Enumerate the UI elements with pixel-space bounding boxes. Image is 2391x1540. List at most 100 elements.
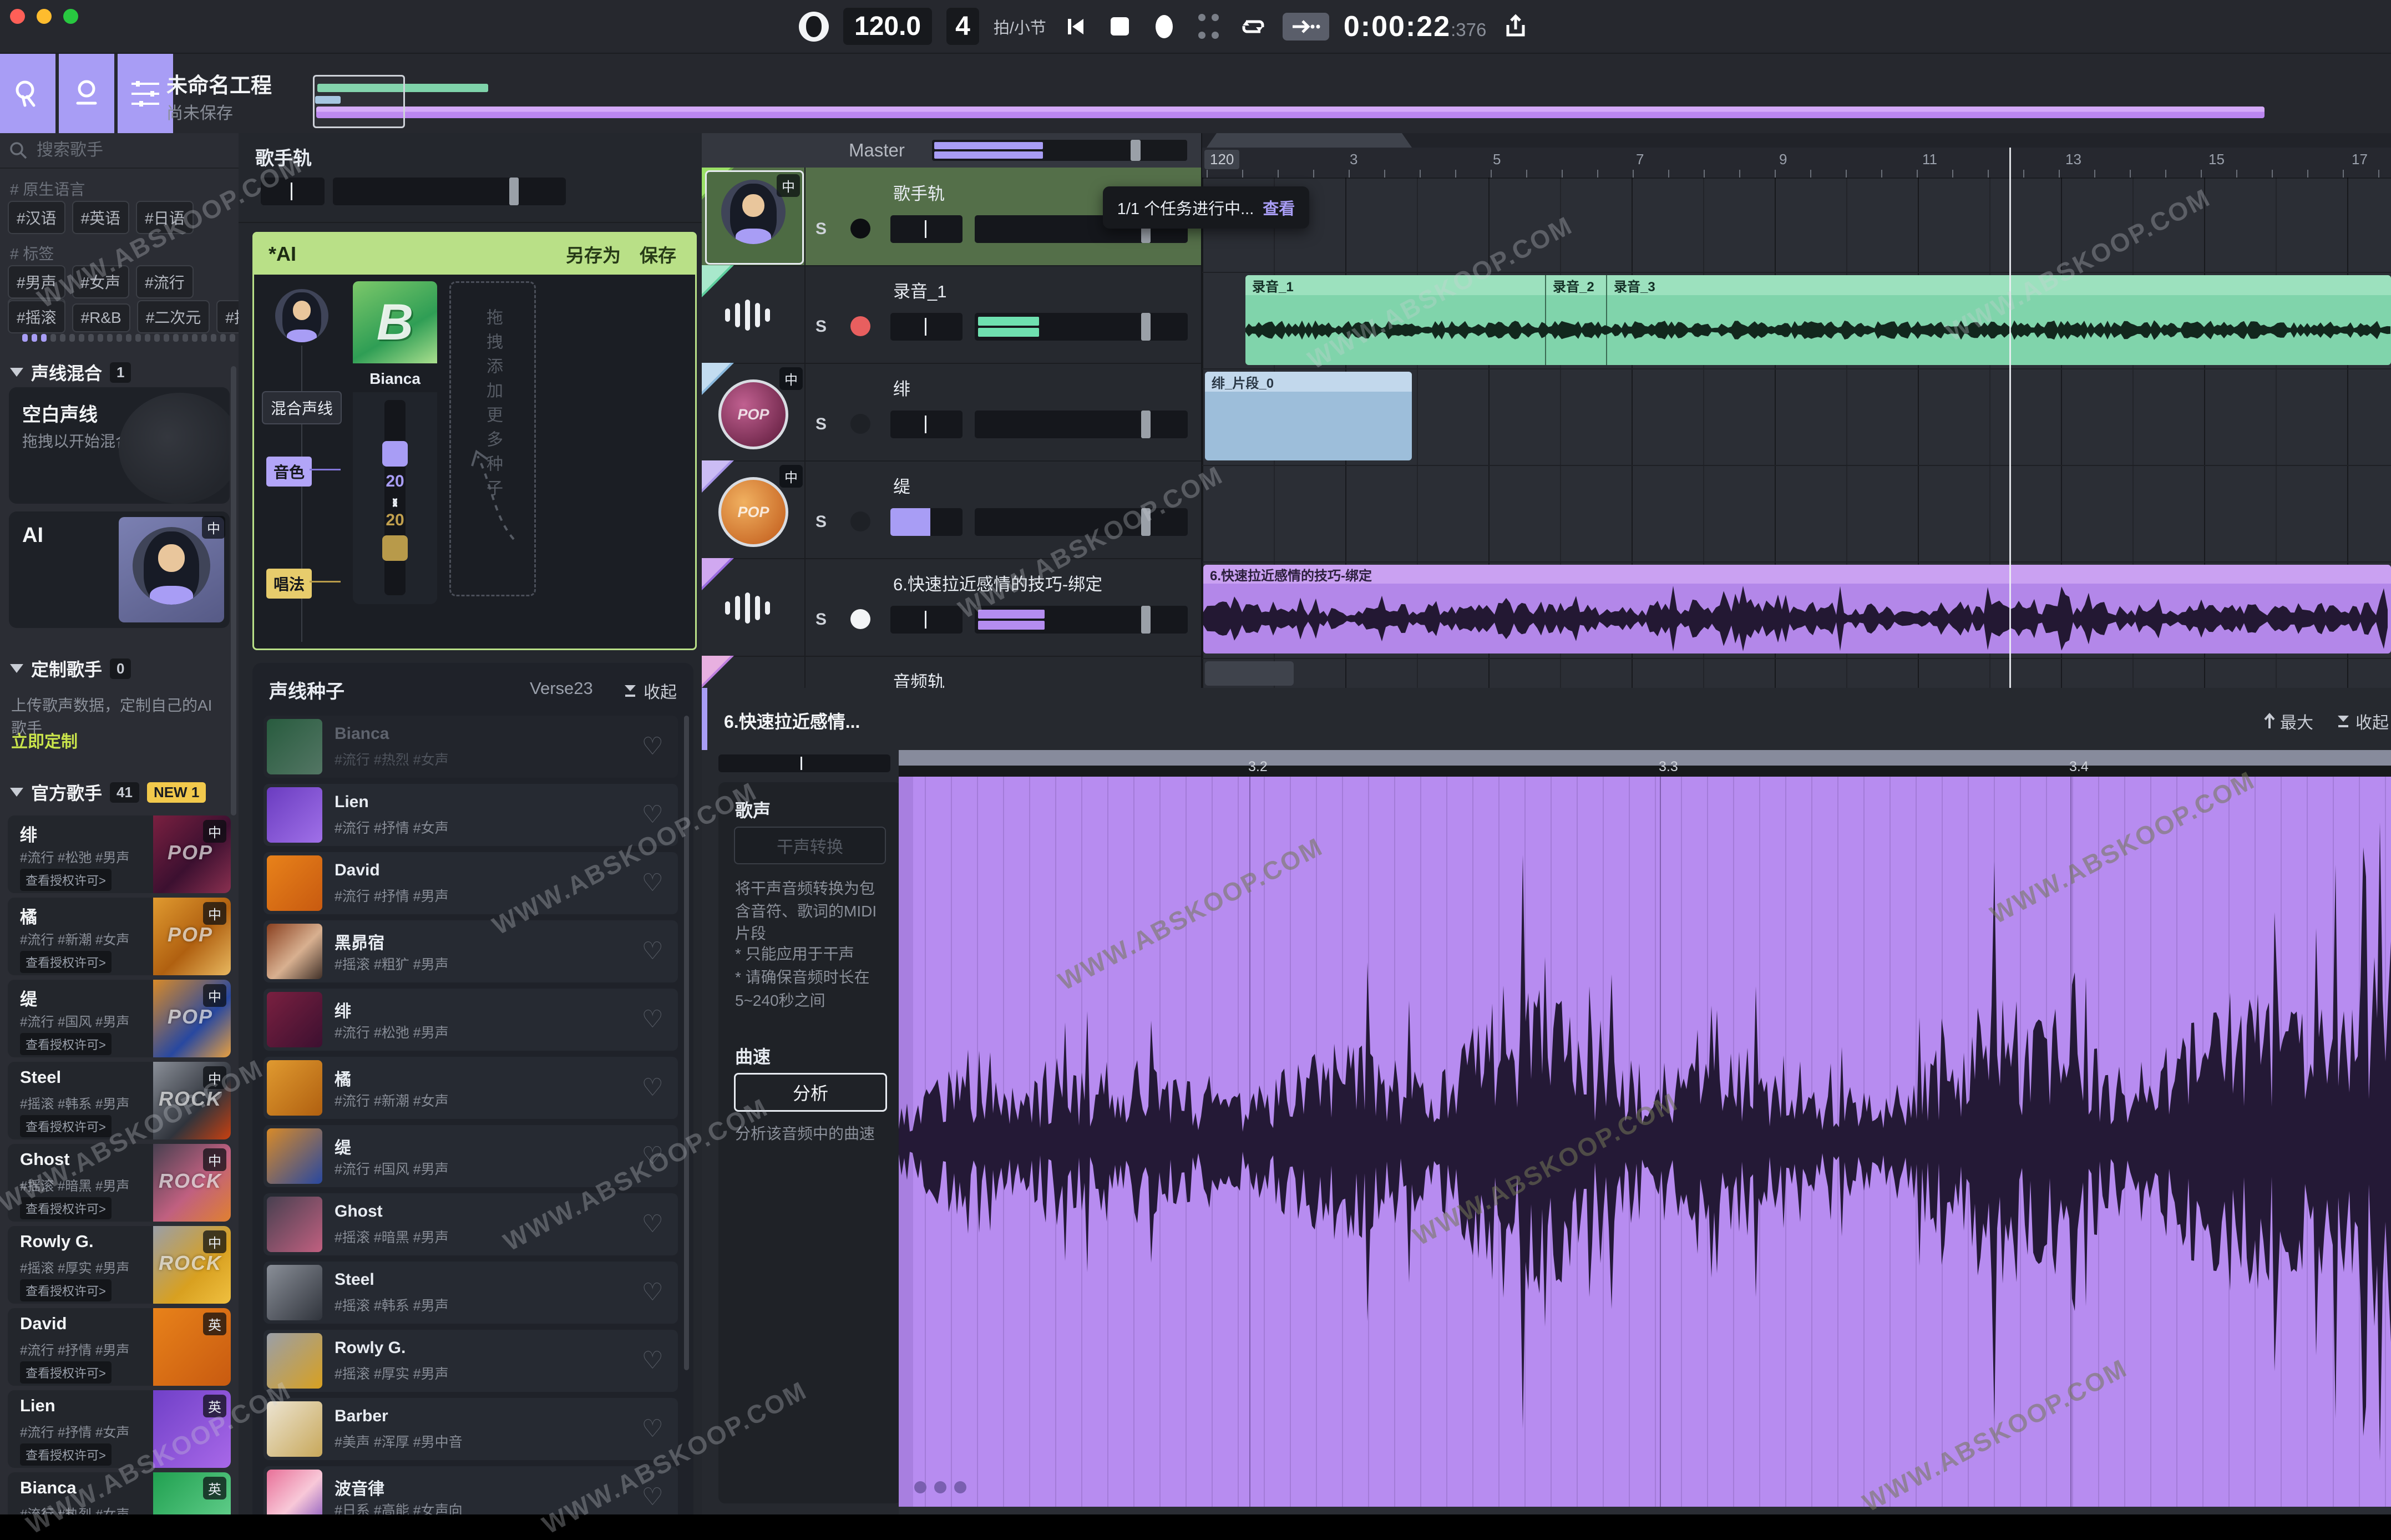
ai-voice-card[interactable]: AI 中 bbox=[9, 511, 230, 628]
loop-strip[interactable] bbox=[1202, 133, 2391, 148]
add-seed-dropzone[interactable]: 拖拽添加更多种子 bbox=[449, 281, 536, 596]
loop-region[interactable] bbox=[1207, 133, 1412, 148]
audio6-clip[interactable]: 6.快速拉近感情的技巧-绑定 bbox=[1203, 565, 2391, 654]
dry-voice-convert-button[interactable]: 干声转换 bbox=[734, 827, 886, 864]
track-row-fei[interactable]: POP 中 绯 S bbox=[702, 363, 1201, 462]
favorite-heart-icon[interactable]: ♡ bbox=[642, 1073, 663, 1102]
maximize-button[interactable]: 最大 bbox=[2263, 709, 2313, 733]
time-signature-display[interactable]: 4 bbox=[946, 8, 979, 45]
track-row-ti[interactable]: POP 中 缇 S bbox=[702, 460, 1201, 559]
editor-mini-slider[interactable] bbox=[718, 754, 890, 772]
playhead[interactable] bbox=[2009, 148, 2011, 688]
waveform-zone[interactable]: 3.2 3.3 3.4 bbox=[899, 750, 2391, 1514]
seed-row[interactable]: Ghost #摇滚 #暗黑 #男声 ♡ bbox=[264, 1193, 678, 1255]
license-link[interactable]: 查看授权许可> bbox=[20, 869, 112, 891]
search-singer-panel-button[interactable] bbox=[0, 54, 55, 133]
singer-card[interactable]: POP 中 绯 #流行 #松弛 #男声 查看授权许可> bbox=[8, 815, 231, 893]
volume-slider[interactable] bbox=[975, 508, 1188, 536]
favorite-heart-icon[interactable]: ♡ bbox=[642, 869, 663, 897]
record-arm-button[interactable] bbox=[850, 316, 870, 336]
track-row-audio[interactable]: 音频轨 bbox=[702, 656, 1201, 688]
timeline-area[interactable]: 120 1 3 5 7 9 11 13 15 17 录音_1 录音_2 录音_3… bbox=[1202, 133, 2391, 688]
timbre-chip[interactable]: 音色 bbox=[266, 457, 312, 487]
customize-now-link[interactable]: 立即定制 bbox=[11, 728, 78, 752]
license-link[interactable]: 查看授权许可> bbox=[20, 1197, 112, 1219]
section-voice-mix[interactable]: 声线混合 1 bbox=[10, 359, 131, 385]
favorite-heart-icon[interactable]: ♡ bbox=[642, 1278, 663, 1306]
favorite-heart-icon[interactable]: ♡ bbox=[642, 1210, 663, 1238]
license-link[interactable]: 查看授权许可> bbox=[20, 1279, 112, 1301]
timbre-weight-handle[interactable] bbox=[382, 441, 408, 467]
tag-chip[interactable]: #抒情 bbox=[216, 300, 240, 333]
seed-row[interactable]: Bianca #流行 #热烈 #女声 ♡ bbox=[264, 716, 678, 778]
solo-button[interactable]: S bbox=[815, 317, 827, 336]
save-as-button[interactable]: 另存为 bbox=[566, 241, 621, 267]
vocal-weight-handle[interactable] bbox=[382, 535, 408, 561]
master-track-row[interactable]: Master bbox=[702, 133, 1201, 169]
audio-strip-clip[interactable] bbox=[1205, 661, 1294, 686]
tag-chip[interactable]: #R&B bbox=[72, 303, 130, 332]
save-button[interactable]: 保存 bbox=[640, 241, 676, 267]
seed-row[interactable]: 波音律 #日系 #高能 #女声向 ♡ bbox=[264, 1466, 678, 1514]
pan-slider[interactable] bbox=[890, 411, 963, 438]
search-row[interactable] bbox=[0, 133, 239, 169]
license-link[interactable]: 查看授权许可> bbox=[20, 951, 112, 973]
section-official-singers[interactable]: 官方歌手 41 NEW 1 bbox=[10, 779, 206, 805]
favorite-heart-icon[interactable]: ♡ bbox=[642, 1483, 663, 1511]
favorite-heart-icon[interactable]: ♡ bbox=[642, 732, 663, 761]
pan-slider[interactable] bbox=[890, 215, 963, 243]
seed-row[interactable]: 黑昴宿 #摇滚 #粗犷 #男声 ♡ bbox=[264, 920, 678, 982]
track-row-audio6[interactable]: 6.快速拉近感情的技巧-绑定 S bbox=[702, 558, 1201, 657]
master-fader-handle[interactable] bbox=[1131, 140, 1141, 161]
record-icon[interactable] bbox=[1149, 12, 1179, 42]
seed-row[interactable]: Barber #美声 #浑厚 #男中音 ♡ bbox=[264, 1398, 678, 1460]
language-tag-chip[interactable]: #汉语 bbox=[8, 201, 65, 234]
section-custom-singer[interactable]: 定制歌手 0 bbox=[10, 656, 131, 681]
search-input[interactable] bbox=[36, 140, 215, 160]
track-row-recording[interactable]: 录音_1 S bbox=[702, 265, 1201, 364]
skip-start-icon[interactable] bbox=[1061, 12, 1091, 42]
singer-card[interactable]: 英 Lien #流行 #抒情 #女声 查看授权许可> bbox=[8, 1390, 231, 1468]
seeds-collapse-button[interactable]: 收起 bbox=[622, 678, 677, 703]
bpm-display[interactable]: 120.0 bbox=[843, 8, 932, 45]
seed-row[interactable]: 橘 #流行 #新潮 #女声 ♡ bbox=[264, 1057, 678, 1119]
mixer-panel-button[interactable] bbox=[118, 54, 173, 133]
bar-ruler[interactable]: 1 3 5 7 9 11 13 15 17 bbox=[1202, 148, 2391, 179]
singer-card[interactable]: 英 David #流行 #抒情 #男声 查看授权许可> bbox=[8, 1308, 231, 1386]
follow-playhead-icon[interactable] bbox=[1283, 13, 1329, 40]
blank-voice-card[interactable]: 空白声线 拖拽以开始混合声线 bbox=[9, 387, 230, 504]
tag-pager-dots[interactable] bbox=[22, 334, 240, 342]
favorite-heart-icon[interactable]: ♡ bbox=[642, 801, 663, 829]
seed-row[interactable]: Lien #流行 #抒情 #女声 ♡ bbox=[264, 784, 678, 846]
link-icon[interactable] bbox=[387, 495, 403, 510]
grid-icon[interactable] bbox=[1194, 12, 1224, 42]
language-tag-chip[interactable]: #英语 bbox=[72, 201, 130, 234]
seeds-scrollbar[interactable] bbox=[684, 716, 689, 1370]
favorite-heart-icon[interactable]: ♡ bbox=[642, 1005, 663, 1034]
editor-time-ruler[interactable]: 3.2 3.3 3.4 bbox=[899, 766, 2391, 777]
pagination-dots[interactable] bbox=[914, 1481, 966, 1493]
tag-chip[interactable]: #男声 bbox=[8, 265, 65, 298]
favorite-heart-icon[interactable]: ♡ bbox=[642, 937, 663, 965]
seed-row[interactable]: 缇 #流行 #国风 #男声 ♡ bbox=[264, 1125, 678, 1187]
seed-row[interactable]: 绯 #流行 #松弛 #男声 ♡ bbox=[264, 989, 678, 1051]
record-arm-button[interactable] bbox=[850, 511, 870, 531]
zoom-window-button[interactable] bbox=[63, 9, 78, 24]
license-link[interactable]: 查看授权许可> bbox=[20, 1033, 112, 1055]
license-link[interactable]: 查看授权许可> bbox=[20, 1361, 112, 1384]
seed-row[interactable]: Steel #摇滚 #韩系 #男声 ♡ bbox=[264, 1262, 678, 1324]
solo-button[interactable]: S bbox=[815, 513, 827, 531]
license-link[interactable]: 查看授权许可> bbox=[20, 1443, 112, 1466]
pan-slider[interactable] bbox=[890, 606, 963, 634]
metronome-icon[interactable] bbox=[799, 12, 829, 42]
singer-panel-button[interactable] bbox=[59, 54, 114, 133]
fei-clip[interactable]: 绯_片段_0 bbox=[1205, 372, 1412, 460]
tag-chip[interactable]: #流行 bbox=[136, 265, 194, 298]
solo-button[interactable]: S bbox=[815, 415, 827, 434]
record-arm-button[interactable] bbox=[850, 219, 870, 239]
vocal-style-chip[interactable]: 唱法 bbox=[266, 569, 312, 599]
analyze-button[interactable]: 分析 bbox=[734, 1073, 887, 1112]
pan-slider[interactable] bbox=[890, 313, 963, 341]
seeds-preset[interactable]: Verse23 bbox=[530, 678, 593, 698]
singer-card[interactable]: POP 中 橘 #流行 #新潮 #女声 查看授权许可> bbox=[8, 898, 231, 975]
